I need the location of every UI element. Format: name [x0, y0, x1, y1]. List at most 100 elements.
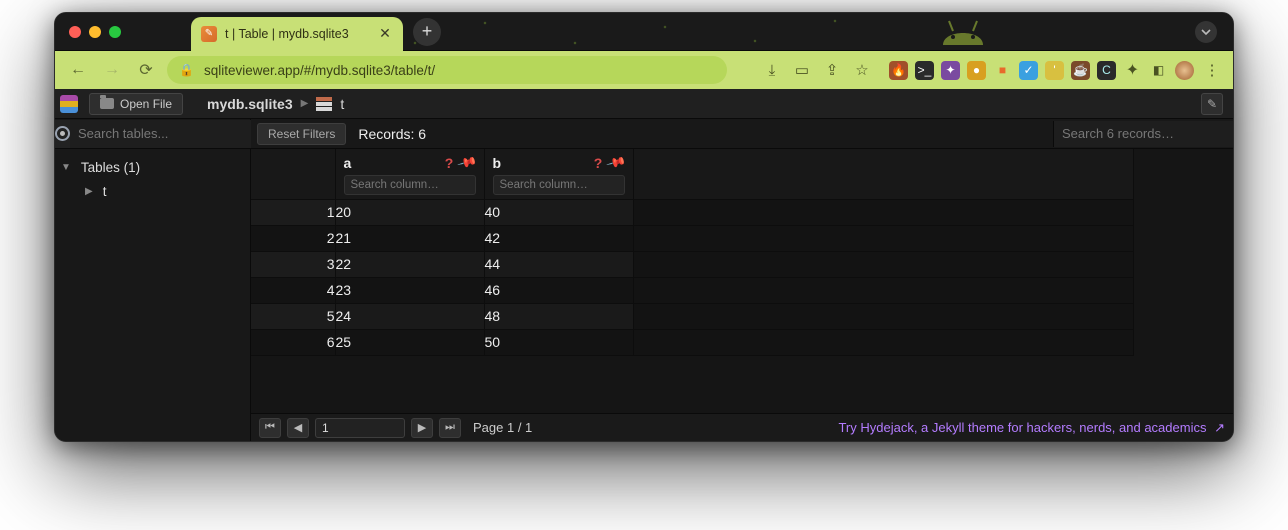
extension-icon[interactable]: ✦	[941, 61, 960, 80]
column-name: b	[493, 155, 502, 171]
type-unknown-icon[interactable]: ?	[445, 155, 454, 171]
kebab-menu-icon[interactable]: ⋮	[1201, 59, 1223, 81]
android-decoration	[933, 12, 993, 50]
tree-group[interactable]: ▼ Tables (1)	[55, 155, 250, 179]
cell[interactable]: 44	[484, 251, 633, 277]
profile-avatar[interactable]	[1175, 61, 1194, 80]
maximize-window-button[interactable]	[109, 26, 121, 38]
cell[interactable]: 40	[484, 199, 633, 225]
settings-button[interactable]	[55, 120, 70, 148]
table-row[interactable]: 4 23 46	[251, 277, 1133, 303]
pin-icon[interactable]: 📌	[456, 152, 478, 174]
window-controls	[69, 26, 121, 38]
promo-link[interactable]: Try Hydejack, a Jekyll theme for hackers…	[838, 420, 1225, 436]
cell[interactable]: 23	[335, 277, 484, 303]
extension-icon[interactable]: ✓	[1019, 61, 1038, 80]
column-name: a	[344, 155, 352, 171]
row-number: 1	[251, 199, 335, 225]
close-window-button[interactable]	[69, 26, 81, 38]
column-header-b[interactable]: b ? 📌	[484, 149, 633, 199]
share-icon[interactable]: ⇪	[821, 59, 843, 81]
cell-spacer	[633, 251, 1133, 277]
edit-button[interactable]: ✎	[1201, 93, 1223, 115]
row-number: 5	[251, 303, 335, 329]
cell[interactable]: 42	[484, 225, 633, 251]
omnibox[interactable]: 🔒 sqliteviewer.app/#/mydb.sqlite3/table/…	[167, 56, 727, 84]
page-input[interactable]	[315, 418, 405, 438]
cell-spacer	[633, 277, 1133, 303]
cell[interactable]: 46	[484, 277, 633, 303]
tree-table-name: t	[103, 184, 107, 199]
browser-tab[interactable]: ✎ t | Table | mydb.sqlite3 ✕	[191, 17, 403, 51]
last-page-button[interactable]: ⏭	[439, 418, 461, 438]
column-search-input[interactable]	[344, 175, 476, 195]
tree-table-item[interactable]: ▶ t	[55, 179, 250, 203]
gear-icon	[55, 126, 70, 141]
install-app-icon[interactable]: ⤓	[761, 59, 783, 81]
extension-icon[interactable]: ■	[993, 61, 1012, 80]
column-header-spacer	[633, 149, 1133, 199]
page-icon[interactable]: ▭	[791, 59, 813, 81]
extension-icon[interactable]: C	[1097, 61, 1116, 80]
column-header-a[interactable]: a ? 📌	[335, 149, 484, 199]
records-count: Records: 6	[358, 126, 426, 142]
cell[interactable]: 25	[335, 329, 484, 355]
search-tables-input[interactable]	[70, 120, 262, 148]
extension-icon[interactable]: ●	[967, 61, 986, 80]
db-name[interactable]: mydb.sqlite3	[207, 96, 293, 112]
external-link-icon: ↗	[1214, 420, 1225, 435]
browser-window: ✎ t | Table | mydb.sqlite3 ✕ + ← → ⟳ 🔒 s…	[54, 12, 1234, 442]
cell-spacer	[633, 329, 1133, 355]
titlebar: ✎ t | Table | mydb.sqlite3 ✕ +	[55, 13, 1233, 51]
bookmark-icon[interactable]: ☆	[851, 59, 873, 81]
next-page-button[interactable]: ▶	[411, 418, 433, 438]
table-row[interactable]: 6 25 50	[251, 329, 1133, 355]
open-file-button[interactable]: Open File	[89, 93, 183, 115]
row-number: 4	[251, 277, 335, 303]
column-search-input[interactable]	[493, 175, 625, 195]
type-unknown-icon[interactable]: ?	[594, 155, 603, 171]
table-row[interactable]: 1 20 40	[251, 199, 1133, 225]
cell-spacer	[633, 225, 1133, 251]
tab-overflow-button[interactable]	[1195, 21, 1217, 43]
rownum-header	[251, 149, 335, 199]
data-grid[interactable]: a ? 📌	[251, 149, 1233, 413]
search-records-input[interactable]	[1053, 121, 1233, 147]
cell-spacer	[633, 199, 1133, 225]
cell[interactable]: 22	[335, 251, 484, 277]
row-number: 2	[251, 225, 335, 251]
sidebar: ▼ Tables (1) ▶ t	[55, 119, 251, 441]
table-name[interactable]: t	[340, 96, 344, 112]
first-page-button[interactable]: ⏮	[259, 418, 281, 438]
cell[interactable]: 50	[484, 329, 633, 355]
table-row[interactable]: 5 24 48	[251, 303, 1133, 329]
extensions-menu-icon[interactable]: ✦	[1123, 61, 1142, 80]
extension-icon[interactable]: >_	[915, 61, 934, 80]
forward-button[interactable]: →	[99, 57, 125, 83]
cell[interactable]: 21	[335, 225, 484, 251]
reload-button[interactable]: ⟳	[133, 57, 159, 83]
cell[interactable]: 24	[335, 303, 484, 329]
url-text: sqliteviewer.app/#/mydb.sqlite3/table/t/	[204, 63, 435, 78]
pin-icon[interactable]: 📌	[605, 152, 627, 174]
row-number: 3	[251, 251, 335, 277]
table-row[interactable]: 3 22 44	[251, 251, 1133, 277]
cell[interactable]: 20	[335, 199, 484, 225]
tables-heading: Tables (1)	[81, 160, 140, 175]
new-tab-button[interactable]: +	[413, 18, 441, 46]
tab-close-icon[interactable]: ✕	[377, 26, 393, 42]
extension-icons: 🔥 >_ ✦ ● ■ ✓ ' ☕ C ✦ ◧ ⋮	[889, 59, 1223, 81]
extension-icon[interactable]: 🔥	[889, 61, 908, 80]
tab-title: t | Table | mydb.sqlite3	[225, 27, 369, 41]
app-logo	[55, 89, 83, 118]
extension-icon[interactable]: ☕	[1071, 61, 1090, 80]
back-button[interactable]: ←	[65, 57, 91, 83]
prev-page-button[interactable]: ◀	[287, 418, 309, 438]
extension-icon[interactable]: '	[1045, 61, 1064, 80]
minimize-window-button[interactable]	[89, 26, 101, 38]
table-row[interactable]: 2 21 42	[251, 225, 1133, 251]
cell[interactable]: 48	[484, 303, 633, 329]
cell-spacer	[633, 303, 1133, 329]
side-panel-icon[interactable]: ◧	[1149, 61, 1168, 80]
reset-filters-button[interactable]: Reset Filters	[257, 123, 346, 145]
